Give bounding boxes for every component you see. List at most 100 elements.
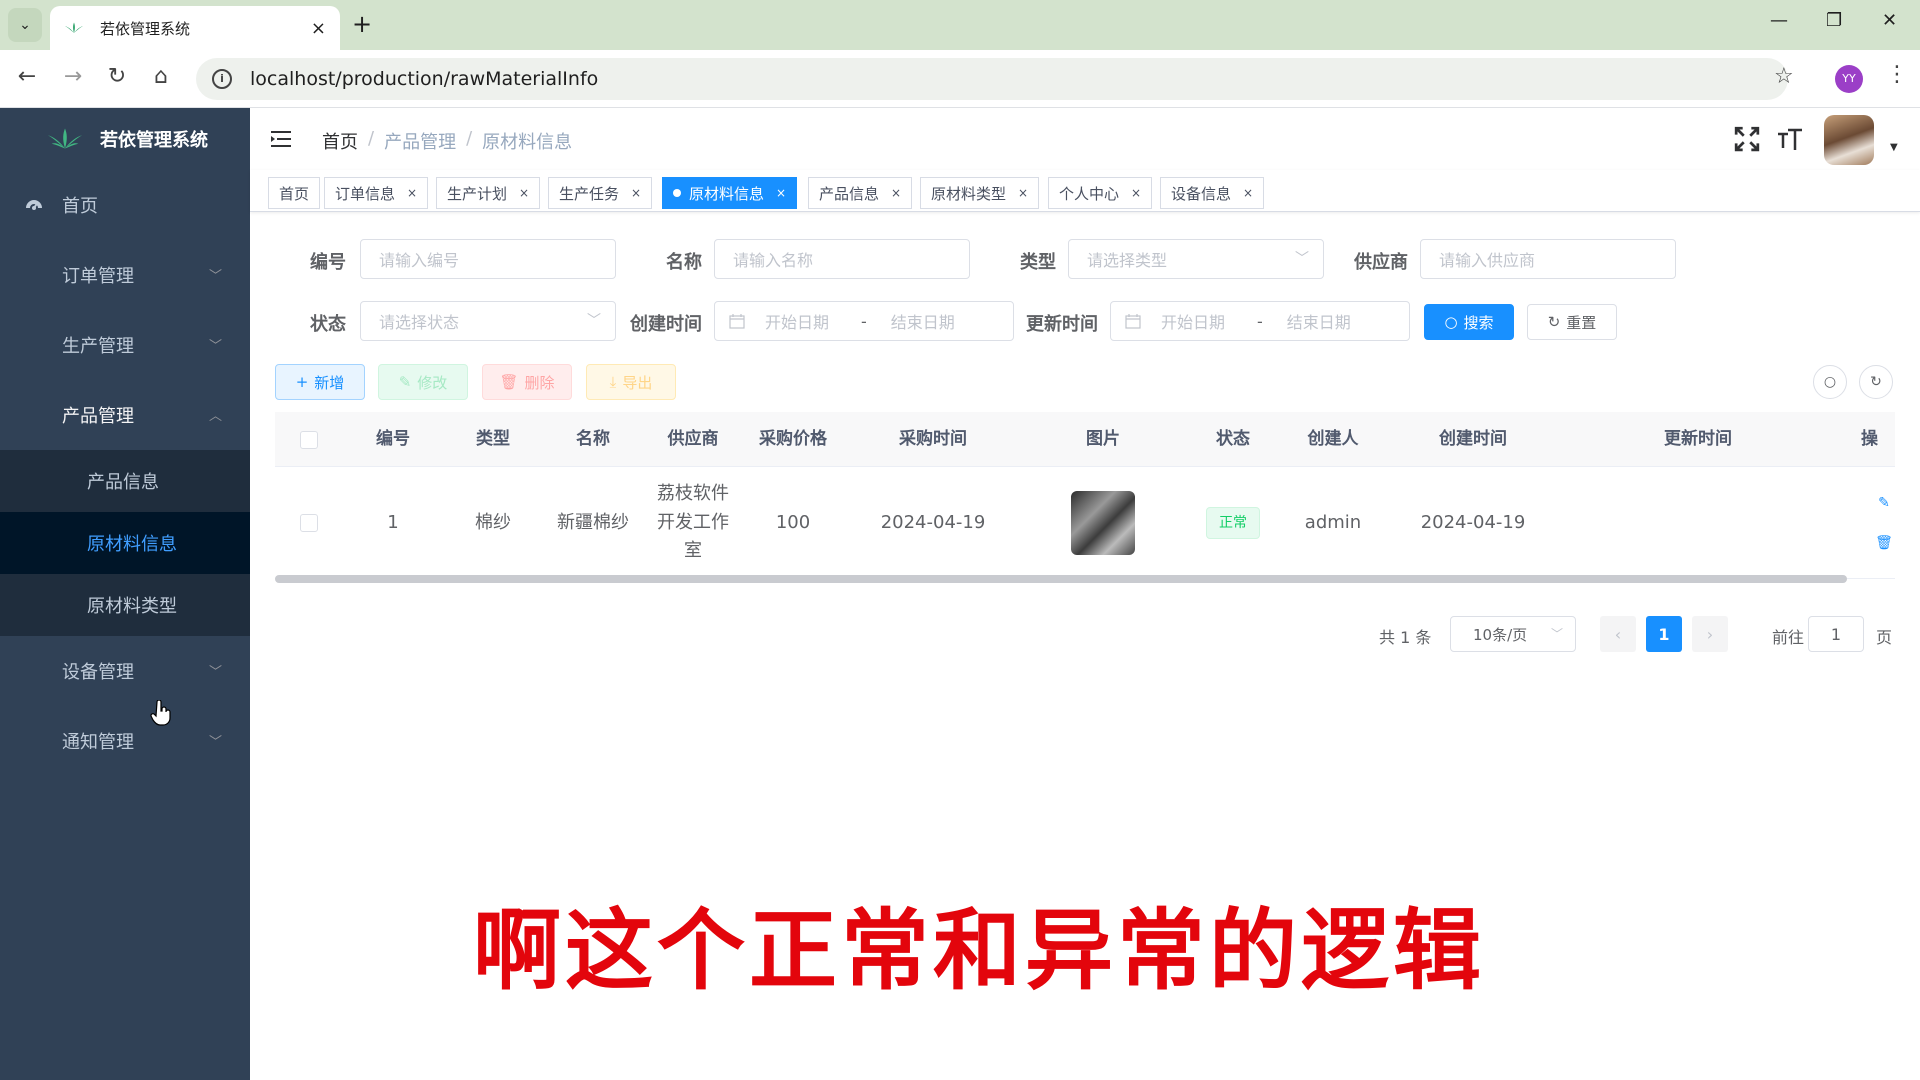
tag-home[interactable]: 首页 — [268, 177, 321, 209]
tab-search-button[interactable]: ⌄ — [8, 8, 42, 42]
minimize-icon[interactable]: — — [1770, 10, 1788, 31]
back-icon[interactable]: ← — [12, 64, 42, 89]
new-tab-icon[interactable]: + — [352, 10, 372, 38]
tag-equipment-info[interactable]: 设备信息 × — [1160, 177, 1265, 209]
forward-icon[interactable]: → — [58, 64, 88, 89]
tag-personal-center[interactable]: 个人中心 × — [1048, 177, 1153, 209]
close-icon[interactable]: × — [407, 186, 417, 200]
toggle-search-button[interactable]: ○ — [1813, 365, 1847, 399]
close-icon[interactable]: × — [1018, 186, 1028, 200]
close-icon[interactable]: × — [776, 186, 786, 200]
select-all-checkbox[interactable] — [300, 430, 318, 449]
name-input[interactable]: 请输入名称 — [714, 239, 970, 279]
sidebar-item-raw-material-type[interactable]: 原材料类型 — [0, 574, 250, 636]
column-header: 编号 — [376, 429, 410, 449]
sidebar-item-label: 生产管理 — [62, 336, 134, 357]
column-header: 名称 — [576, 429, 610, 449]
tag-production-task[interactable]: 生产任务 × — [548, 177, 653, 209]
pagination-total: 共 1 条 — [1379, 628, 1432, 647]
cell-purchase-time: 2024-04-19 — [880, 511, 986, 533]
page-size-select[interactable]: 10条/页 ﹀ — [1450, 616, 1576, 652]
next-page-button[interactable]: › — [1692, 616, 1728, 652]
breadcrumb-home[interactable]: 首页 — [322, 128, 358, 154]
browser-menu-icon[interactable]: ⋮ — [1886, 62, 1908, 87]
window-close-icon[interactable]: ✕ — [1882, 10, 1897, 31]
bookmark-star-icon[interactable]: ☆ — [1774, 64, 1794, 89]
sidebar-item-product-info[interactable]: 产品信息 — [0, 450, 250, 512]
hamburger-icon[interactable] — [270, 128, 292, 150]
sidebar-item-equipment[interactable]: 设备管理 ﹀ — [0, 636, 250, 706]
sidebar-item-raw-material-info[interactable]: 原材料信息 — [0, 512, 250, 574]
user-avatar[interactable] — [1824, 115, 1874, 165]
close-icon[interactable]: × — [631, 186, 641, 200]
tab-close-icon[interactable]: × — [311, 18, 326, 39]
tag-label: 个人中心 — [1059, 184, 1120, 203]
reload-icon[interactable]: ↻ — [102, 64, 132, 89]
sidebar-item-products[interactable]: 产品管理 ︿ — [0, 380, 250, 450]
created-date-range[interactable]: 开始日期 - 结束日期 — [714, 301, 1014, 341]
prev-page-button[interactable]: ‹ — [1600, 616, 1636, 652]
close-icon[interactable]: × — [519, 186, 529, 200]
browser-tabstrip: ⌄ 若依管理系统 × + — ❐ ✕ — [0, 0, 1920, 50]
sidebar-item-orders[interactable]: 订单管理 ﹀ — [0, 240, 250, 310]
tab-title: 若依管理系统 — [100, 19, 191, 38]
close-icon[interactable]: × — [891, 186, 901, 200]
home-icon[interactable]: ⌂ — [146, 64, 176, 89]
edit-button-label: 修改 — [417, 373, 448, 392]
row-checkbox[interactable] — [300, 514, 318, 532]
caret-down-icon[interactable]: ▼ — [1890, 142, 1898, 153]
url-field[interactable]: i localhost/production/rawMaterialInfo — [196, 58, 1788, 100]
sidebar-item-notices[interactable]: 通知管理 ﹀ — [0, 706, 250, 776]
profile-avatar[interactable]: YY — [1835, 65, 1863, 93]
updated-date-range[interactable]: 开始日期 - 结束日期 — [1110, 301, 1410, 341]
restore-icon[interactable]: ❐ — [1826, 10, 1842, 31]
refresh-table-button[interactable]: ↻ — [1859, 365, 1893, 399]
status-select[interactable]: 请选择状态 ﹀ — [360, 301, 616, 341]
supplier-input[interactable]: 请输入供应商 — [1420, 239, 1676, 279]
site-info-icon[interactable]: i — [212, 69, 232, 89]
table-horizontal-scrollbar[interactable] — [275, 575, 1895, 583]
cell-supplier-text: 荔枝软件开发工作室 — [657, 482, 729, 562]
row-delete-icon[interactable]: 🗑 — [1875, 532, 1893, 554]
add-button[interactable]: + 新增 — [275, 364, 365, 400]
search-button[interactable]: ○ 搜索 — [1424, 304, 1514, 340]
search-icon: ○ — [1823, 374, 1837, 390]
updated-start-date[interactable]: 开始日期 — [1161, 309, 1225, 333]
created-end-date[interactable]: 结束日期 — [891, 309, 955, 333]
sidebar-item-label: 首页 — [62, 196, 98, 217]
browser-tab[interactable]: 若依管理系统 × — [50, 6, 340, 50]
close-icon[interactable]: × — [1131, 186, 1141, 200]
tag-production-plan[interactable]: 生产计划 × — [436, 177, 541, 209]
scrollbar-thumb[interactable] — [275, 575, 1847, 583]
close-icon[interactable]: × — [1243, 186, 1253, 200]
fullscreen-icon[interactable] — [1734, 126, 1760, 152]
cell-type: 棉纱 — [475, 511, 511, 533]
tag-raw-material-info[interactable]: 原材料信息 × — [662, 177, 798, 209]
created-start-date[interactable]: 开始日期 — [765, 309, 829, 333]
export-button-label: 导出 — [622, 373, 653, 392]
delete-button[interactable]: 🗑 删除 — [482, 364, 572, 400]
edit-button[interactable]: ✎ 修改 — [378, 364, 468, 400]
url-text: localhost/production/rawMaterialInfo — [250, 68, 599, 90]
goto-page-input[interactable]: 1 — [1808, 616, 1864, 652]
row-checkbox-cell — [275, 467, 343, 579]
tag-raw-material-type[interactable]: 原材料类型 × — [920, 177, 1040, 209]
chevron-down-icon: ﹀ — [1295, 251, 1309, 267]
sidebar-brand[interactable]: 若依管理系统 — [0, 108, 250, 170]
tag-order-info[interactable]: 订单信息 × — [324, 177, 429, 209]
sidebar-item-production[interactable]: 生产管理 ﹀ — [0, 310, 250, 380]
type-select[interactable]: 请选择类型 ﹀ — [1068, 239, 1324, 279]
export-button[interactable]: ⤓ 导出 — [586, 364, 676, 400]
tag-product-info[interactable]: 产品信息 × — [808, 177, 913, 209]
font-size-icon[interactable] — [1777, 126, 1803, 152]
page-number-button[interactable]: 1 — [1646, 616, 1682, 652]
sidebar: 若依管理系统 首页 订单管理 ﹀ 生产管理 ﹀ 产品管理 ︿ 产品信息 原材料信… — [0, 108, 250, 1080]
sidebar-item-home[interactable]: 首页 — [0, 170, 250, 240]
updated-end-date[interactable]: 结束日期 — [1287, 309, 1351, 333]
row-edit-icon[interactable]: ✎ — [1878, 492, 1890, 514]
material-image[interactable] — [1071, 491, 1135, 555]
raw-material-table: 编号 类型 名称 供应商 采购价格 采购时间 图片 状态 创建人 创建时间 更新… — [275, 412, 1895, 579]
reset-button[interactable]: ↻ 重置 — [1527, 304, 1617, 340]
goto-label: 前往 — [1772, 628, 1805, 647]
code-input[interactable]: 请输入编号 — [360, 239, 616, 279]
